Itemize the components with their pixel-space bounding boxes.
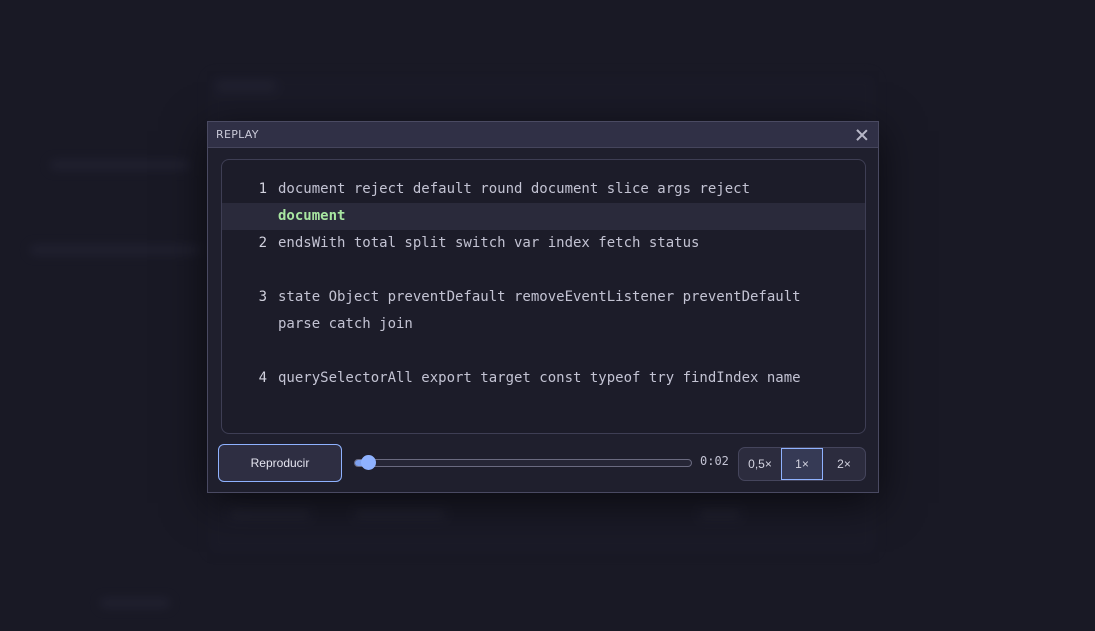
replay-dialog: REPLAY 1 document reject default round d… bbox=[207, 121, 879, 493]
code-line: 3 state Object preventDefault removeEven… bbox=[222, 284, 865, 311]
elapsed-time: 0:02 bbox=[700, 454, 729, 468]
code-line: 4 querySelectorAll export target const t… bbox=[222, 365, 865, 392]
speed-option-2x[interactable]: 2× bbox=[823, 448, 865, 480]
play-button[interactable]: Reproducir bbox=[218, 444, 342, 482]
line-text: parse catch join bbox=[278, 316, 413, 332]
speed-option-1x[interactable]: 1× bbox=[781, 448, 823, 480]
playback-controls: Reproducir 0:02 0,5× 1× 2× bbox=[208, 444, 878, 484]
line-text: state Object preventDefault removeEventL… bbox=[278, 289, 801, 305]
code-line: 2 endsWith total split switch var index … bbox=[222, 230, 865, 257]
speed-selector: 0,5× 1× 2× bbox=[738, 447, 866, 481]
code-viewer: 1 document reject default round document… bbox=[221, 159, 866, 434]
line-text: querySelectorAll export target const typ… bbox=[278, 370, 801, 386]
line-number: 3 bbox=[258, 289, 267, 305]
dialog-title: REPLAY bbox=[216, 128, 259, 141]
line-number: 1 bbox=[258, 181, 267, 197]
close-icon[interactable] bbox=[854, 127, 870, 143]
code-line: parse catch join bbox=[222, 311, 865, 338]
code-line-highlighted: document bbox=[222, 203, 865, 230]
dialog-titlebar: REPLAY bbox=[208, 122, 878, 148]
progress-slider[interactable] bbox=[354, 455, 692, 470]
line-number: 4 bbox=[258, 370, 267, 386]
speed-option-half[interactable]: 0,5× bbox=[739, 448, 781, 480]
line-text-active: document bbox=[278, 208, 346, 224]
line-text: document reject default round document s… bbox=[278, 181, 751, 197]
code-line: 1 document reject default round document… bbox=[222, 176, 865, 203]
slider-thumb[interactable] bbox=[361, 455, 377, 470]
line-text: endsWith total split switch var index fe… bbox=[278, 235, 700, 251]
line-number: 2 bbox=[258, 235, 267, 251]
